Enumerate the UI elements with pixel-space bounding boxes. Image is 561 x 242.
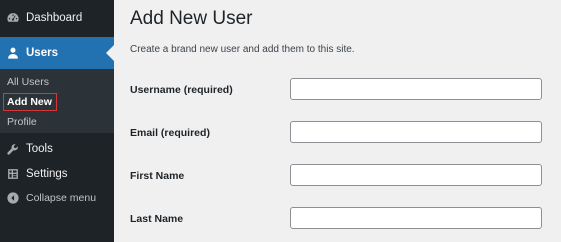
submenu-item-add-new[interactable]: Add New <box>0 92 114 112</box>
email-input[interactable] <box>290 121 542 143</box>
submenu-item-label: All Users <box>7 76 50 88</box>
submenu-item-label: Add New <box>7 96 52 108</box>
last-name-label: Last Name <box>130 213 184 225</box>
email-label: Email (required) <box>130 127 210 139</box>
username-label: Username (required) <box>130 84 233 96</box>
page-title: Add New User <box>130 8 253 29</box>
sidebar-item-label: Settings <box>26 168 68 180</box>
settings-icon <box>6 167 20 181</box>
username-input[interactable] <box>290 78 542 100</box>
sidebar-item-label: Users <box>26 47 58 59</box>
users-submenu: All Users Add New Profile <box>0 69 114 133</box>
submenu-item-profile[interactable]: Profile <box>0 112 114 132</box>
page-description: Create a brand new user and add them to … <box>130 44 355 55</box>
wrench-icon <box>6 142 20 156</box>
sidebar-item-label: Dashboard <box>26 12 83 24</box>
first-name-input[interactable] <box>290 164 542 186</box>
sidebar-item-users[interactable]: Users <box>0 37 114 69</box>
last-name-input[interactable] <box>290 207 542 229</box>
sidebar-item-dashboard[interactable]: Dashboard <box>0 2 114 34</box>
submenu-item-all-users[interactable]: All Users <box>0 72 114 92</box>
sidebar-item-label: Tools <box>26 143 53 155</box>
collapse-menu-label: Collapse menu <box>26 192 97 204</box>
dashboard-icon <box>6 11 20 25</box>
submenu-item-label: Profile <box>7 116 37 128</box>
collapse-menu-button[interactable]: Collapse menu <box>0 182 114 214</box>
collapse-icon <box>6 191 20 205</box>
first-name-label: First Name <box>130 170 185 182</box>
users-icon <box>6 46 20 60</box>
main-content: Add New User Create a brand new user and… <box>114 0 561 242</box>
admin-sidebar: Dashboard Users All Users Add New Profil… <box>0 0 114 242</box>
